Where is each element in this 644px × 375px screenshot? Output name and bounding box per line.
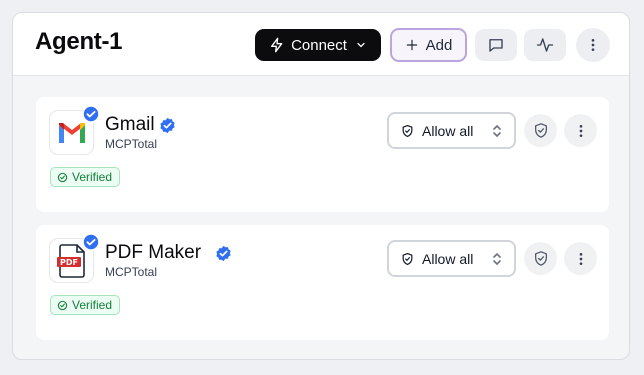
more-vertical-icon — [579, 124, 582, 137]
chat-button[interactable] — [475, 29, 517, 61]
add-button[interactable]: Add — [390, 28, 467, 62]
server-vendor: MCPTotal — [105, 265, 158, 279]
security-button[interactable] — [524, 242, 557, 275]
server-vendor: MCPTotal — [105, 137, 158, 151]
chevron-down-icon — [357, 42, 365, 48]
verified-check-icon — [160, 117, 175, 134]
security-button[interactable] — [524, 114, 557, 147]
server-card-gmail: Gmail MCPTotal Verified Allow all — [36, 97, 609, 212]
activity-button[interactable] — [524, 29, 566, 61]
add-label: Add — [425, 36, 453, 54]
plus-icon — [406, 39, 417, 51]
activity-icon — [536, 38, 554, 52]
check-badge-icon — [82, 233, 100, 251]
verified-check-icon — [216, 245, 231, 262]
server-more-button[interactable] — [564, 242, 597, 275]
shield-check-icon — [402, 124, 413, 137]
verified-label: Verified — [72, 170, 113, 184]
permission-value: Allow all — [422, 122, 474, 139]
check-circle-icon — [57, 172, 68, 182]
shield-check-icon — [534, 123, 547, 138]
agent-panel: Agent-1 Connect Add Gmail MCPTotal Verif… — [12, 12, 630, 360]
server-card-pdf-maker: PDF PDF Maker MCPTotal Verified Allow al… — [36, 225, 609, 340]
check-badge-icon — [82, 105, 100, 123]
agent-more-button[interactable] — [576, 28, 610, 62]
verified-badge: Verified — [50, 295, 121, 315]
agent-header: Agent-1 Connect Add — [13, 13, 629, 76]
connect-label: Connect — [291, 36, 347, 54]
connect-button[interactable]: Connect — [255, 29, 381, 61]
more-vertical-icon — [579, 252, 582, 265]
message-icon — [489, 39, 503, 52]
zap-icon — [271, 37, 283, 53]
server-more-button[interactable] — [564, 114, 597, 147]
more-vertical-icon — [591, 39, 595, 51]
shield-check-icon — [534, 251, 547, 266]
permission-value: Allow all — [422, 250, 474, 267]
shield-check-icon — [402, 252, 413, 265]
server-name: Gmail — [105, 114, 155, 135]
chevron-up-down-icon — [493, 252, 501, 265]
server-name: PDF Maker — [105, 242, 202, 263]
chevron-up-down-icon — [493, 124, 501, 137]
verified-label: Verified — [72, 298, 113, 312]
permission-select[interactable]: Allow all — [387, 240, 516, 277]
pdf-logo-text: PDF — [60, 258, 78, 267]
agent-title: Agent-1 — [35, 28, 123, 55]
verified-badge: Verified — [50, 167, 121, 187]
permission-select[interactable]: Allow all — [387, 112, 516, 149]
check-circle-icon — [57, 300, 68, 310]
